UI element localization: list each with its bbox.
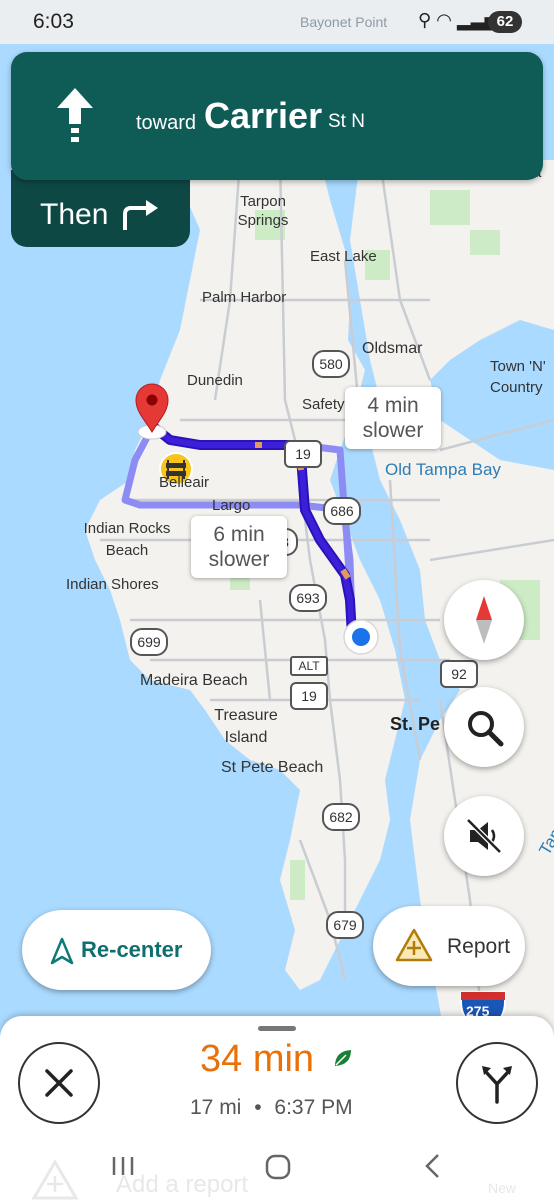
map-label-belleair: Belleair [159, 474, 210, 491]
recent-apps-icon[interactable] [110, 1154, 136, 1178]
destination-pin [135, 383, 169, 440]
status-location-text: Bayonet Point [300, 14, 388, 30]
system-nav-bar: Add a report New [0, 1140, 554, 1200]
search-icon [468, 711, 504, 747]
alternate-routes-button[interactable] [456, 1042, 538, 1124]
trip-distance: 17 mi [190, 1096, 242, 1119]
route-shield-682: 682 [322, 803, 360, 831]
toward-label: toward [136, 112, 197, 134]
add-report-ghost-icon [32, 1160, 78, 1200]
map-label-madeira-beach: Madeira Beach [140, 672, 248, 689]
arrival-time: 6:37 PM [274, 1096, 353, 1119]
street-name: Carrier [204, 95, 323, 136]
back-icon[interactable] [422, 1152, 442, 1180]
alt-route-callout-north[interactable]: 4 min slower [345, 387, 441, 449]
navigation-arrow-icon [50, 937, 74, 965]
alt-route-callout-south-line1: 6 min [213, 523, 265, 546]
map-label-dunedin: Dunedin [187, 372, 243, 389]
report-warning-icon [395, 928, 433, 962]
alt-route-callout-south-line2: slower [208, 548, 270, 571]
current-location-dot [352, 628, 370, 646]
turn-right-icon [123, 200, 158, 230]
sheet-drag-handle[interactable] [258, 1026, 296, 1031]
map-label-indian-shores: Indian Shores [66, 576, 159, 593]
route-shield-686: 686 [323, 497, 361, 525]
mute-button[interactable] [444, 796, 524, 876]
search-button[interactable] [444, 687, 524, 767]
status-bar: 6:03 Bayonet Point ⚲ ◠ ▂▃▅ 62 [0, 0, 554, 44]
map-label-old-tampa-bay: Old Tampa Bay [385, 460, 501, 479]
map-label-town-n-country: Town 'N' Country [490, 358, 546, 396]
wifi-icon: ◠ [436, 10, 452, 30]
route-shield-19: 19 [284, 440, 322, 468]
ghost-new-text: New [488, 1180, 517, 1196]
recenter-button[interactable]: Re-center [22, 910, 211, 990]
route-shield-679: 679 [326, 911, 364, 939]
alt-route-callout-south[interactable]: 6 min slower [191, 516, 287, 578]
status-icons: ⚲ ◠ ▂▃▅ [418, 10, 498, 31]
fork-route-icon [482, 1066, 512, 1104]
trip-details: 17 mi • 6:37 PM [190, 1096, 353, 1120]
alt-route-callout-north-line2: slower [362, 419, 424, 442]
eta-duration: 34 min [200, 1038, 315, 1080]
leaf-icon [335, 1050, 351, 1066]
map-label-st-petersburg: St. Pe [390, 714, 441, 734]
then-label: Then [40, 198, 109, 231]
location-icon: ⚲ [418, 10, 432, 30]
compass-icon [476, 596, 492, 644]
trip-separator: • [254, 1096, 262, 1119]
home-icon[interactable] [264, 1153, 292, 1181]
route-shield-693: 693 [289, 584, 327, 612]
recenter-label: Re-center [81, 937, 183, 962]
map-label-safety: Safety [302, 396, 345, 413]
report-button[interactable]: Report [373, 906, 525, 986]
straight-arrow-icon [57, 88, 93, 142]
map-label-oldsmar: Oldsmar [362, 340, 423, 357]
battery-icon: 62 [488, 11, 522, 33]
compass-button[interactable] [444, 580, 524, 660]
map-label-treasure-island: Treasure Island [214, 707, 278, 746]
route-shield-alt: ALT [290, 656, 328, 676]
map-label-palm-harbor: Palm Harbor [202, 289, 287, 306]
map-label-indian-rocks-beach: Indian Rocks Beach [83, 520, 171, 559]
street-suffix: St N [328, 111, 365, 132]
alt-route-callout-north-line1: 4 min [367, 394, 419, 417]
route-shield-19-alt: 19 [290, 682, 328, 710]
route-shield-580: 580 [312, 350, 350, 378]
report-label: Report [447, 935, 511, 958]
map-label-st-pete-beach: St Pete Beach [221, 759, 324, 776]
close-icon [45, 1069, 73, 1097]
route-shield-699: 699 [130, 628, 168, 656]
close-navigation-button[interactable] [18, 1042, 100, 1124]
sound-off-icon [466, 818, 502, 854]
map-label-largo: Largo [212, 497, 251, 514]
map-label-tarpon-springs: Tarpon Springs [237, 193, 289, 229]
status-time: 6:03 [33, 10, 74, 33]
map-label-east-lake: East Lake [310, 248, 377, 265]
route-shield-92: 92 [440, 660, 478, 688]
